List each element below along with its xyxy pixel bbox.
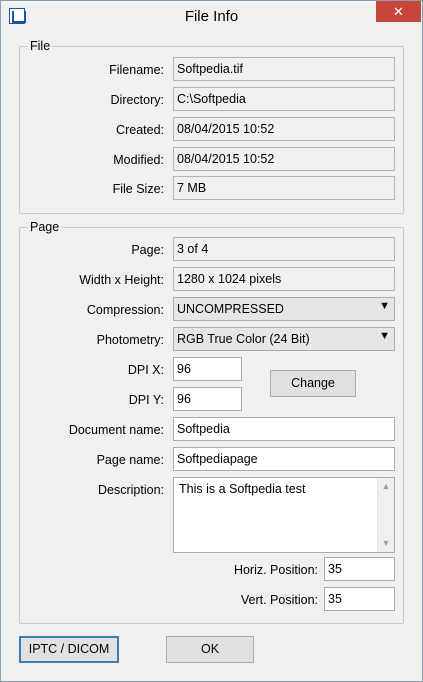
page-name-label: Page name: [96, 453, 164, 467]
filesize-field: 7 MB [173, 176, 395, 200]
page-group-legend: Page [28, 220, 62, 234]
description-scrollbar[interactable]: ▲ ▼ [377, 478, 394, 552]
photometry-select[interactable]: RGB True Color (24 Bit) ▼ [173, 327, 395, 351]
filename-label: Filename: [109, 63, 164, 77]
width-height-label: Width x Height: [79, 273, 164, 287]
compression-select[interactable]: UNCOMPRESSED ▼ [173, 297, 395, 321]
file-group-legend: File [28, 39, 53, 53]
scroll-up-icon[interactable]: ▲ [378, 478, 394, 495]
directory-label: Directory: [110, 93, 164, 107]
window-title: File Info [184, 8, 239, 25]
vert-position-input[interactable]: 35 [324, 587, 395, 611]
horiz-position-input[interactable]: 35 [324, 557, 395, 581]
filename-field: Softpedia.tif [173, 57, 395, 81]
ok-button[interactable]: OK [166, 636, 254, 663]
description-textarea[interactable]: This is a Softpedia test ▲ ▼ [173, 477, 395, 553]
width-height-field: 1280 x 1024 pixels [173, 267, 395, 291]
vert-position-label: Vert. Position: [240, 593, 318, 607]
document-name-label: Document name: [68, 423, 164, 437]
horiz-position-label: Horiz. Position: [233, 563, 318, 577]
created-field: 08/04/2015 10:52 [173, 117, 395, 141]
page-field: 3 of 4 [173, 237, 395, 261]
photometry-label: Photometry: [96, 333, 164, 347]
directory-field: C:\Softpedia [173, 87, 395, 111]
dpi-y-input[interactable]: 96 [173, 387, 242, 411]
dpi-x-input[interactable]: 96 [173, 357, 242, 381]
modified-field: 08/04/2015 10:52 [173, 147, 395, 171]
photometry-value: RGB True Color (24 Bit) [177, 332, 310, 346]
title-bar: File Info ✕ [1, 1, 422, 32]
created-label: Created: [116, 123, 164, 137]
scroll-down-icon[interactable]: ▼ [378, 535, 394, 552]
compression-value: UNCOMPRESSED [177, 302, 284, 316]
document-name-input[interactable]: Softpedia [173, 417, 395, 441]
change-button[interactable]: Change [270, 370, 356, 397]
page-name-input[interactable]: Softpediapage [173, 447, 395, 471]
dpi-y-label: DPI Y: [128, 393, 164, 407]
iptc-dicom-button[interactable]: IPTC / DICOM [19, 636, 119, 663]
compression-label: Compression: [86, 303, 164, 317]
description-label: Description: [98, 483, 164, 497]
modified-label: Modified: [113, 153, 164, 167]
close-button[interactable]: ✕ [376, 1, 421, 22]
filesize-label: File Size: [112, 182, 164, 196]
file-info-dialog: File Info ✕ File Filename: Softpedia.tif… [0, 0, 423, 682]
chevron-down-icon: ▼ [379, 300, 390, 312]
dpi-x-label: DPI X: [127, 363, 164, 377]
description-text: This is a Softpedia test [179, 482, 306, 496]
chevron-down-icon: ▼ [379, 330, 390, 342]
page-label: Page: [131, 243, 164, 257]
